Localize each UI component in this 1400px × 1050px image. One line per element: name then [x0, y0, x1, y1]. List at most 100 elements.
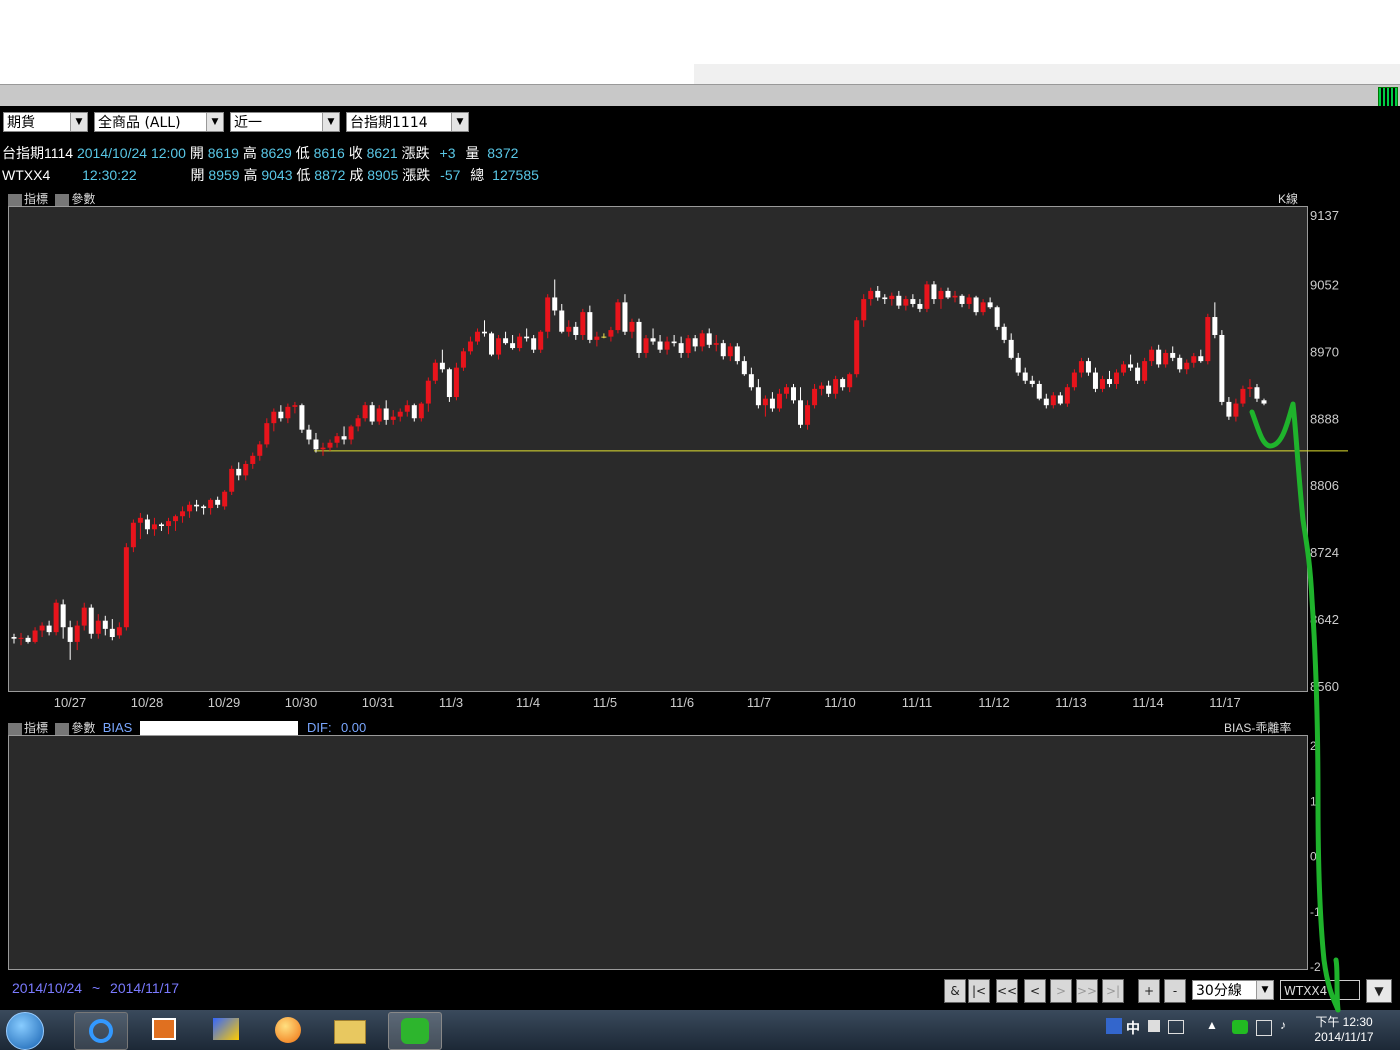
candle-body	[692, 338, 698, 347]
candle-body	[636, 321, 642, 353]
candle-body	[467, 341, 473, 352]
forward-button[interactable]: >	[1050, 979, 1072, 1003]
x-tick-label: 10/30	[285, 695, 318, 710]
volume-icon[interactable]: ♪	[1280, 1018, 1286, 1032]
tab-parameters[interactable]: 參數	[71, 721, 95, 735]
triangle-down-icon[interactable]	[55, 722, 70, 735]
candle-body	[222, 491, 228, 507]
last-button[interactable]: >|	[1102, 979, 1124, 1003]
line-tray-icon[interactable]	[1232, 1020, 1248, 1034]
candle-body	[39, 625, 45, 631]
period-dropdown[interactable]: 30分線 ▼	[1192, 980, 1274, 1000]
internet-explorer-icon[interactable]	[74, 1012, 128, 1050]
browser-icon[interactable]	[262, 1012, 314, 1048]
clock[interactable]: 下午 12:30 2014/11/17	[1302, 1013, 1386, 1044]
candle-body	[404, 405, 410, 412]
bias-y-tick: -2	[1310, 960, 1321, 974]
triangle-up-icon[interactable]	[8, 722, 22, 735]
candle-body	[720, 343, 726, 357]
candle-body	[622, 302, 628, 332]
network-icon[interactable]	[1256, 1020, 1272, 1036]
first-button[interactable]: |<	[968, 979, 990, 1003]
candle-body	[713, 343, 719, 345]
candle-body	[496, 338, 502, 355]
candle-body	[608, 330, 614, 337]
candle-body	[910, 299, 916, 304]
folder-icon[interactable]	[324, 1012, 376, 1048]
candle-body	[474, 331, 480, 342]
expand-button[interactable]: ▼	[1366, 979, 1392, 1003]
candle-body	[1184, 362, 1190, 370]
ampersand-button[interactable]: &	[944, 979, 966, 1003]
candle-body	[1247, 387, 1253, 389]
candle-body	[966, 297, 972, 304]
bias-panel[interactable]	[8, 735, 1308, 970]
candle-body	[418, 403, 424, 419]
candle-body	[313, 439, 319, 450]
full-width-icon[interactable]	[1148, 1020, 1160, 1032]
candle-body	[517, 336, 523, 349]
candle-body	[727, 346, 733, 357]
ime-mode[interactable]: 中	[1126, 1018, 1140, 1038]
y-tick-label: 8642	[1310, 612, 1339, 627]
x-tick-label: 11/4	[516, 695, 540, 710]
media-player-icon[interactable]	[138, 1012, 190, 1048]
candle-body	[868, 290, 874, 300]
candle-body	[685, 338, 691, 353]
candle-body	[320, 447, 326, 450]
show-hidden-icon[interactable]: ▲	[1206, 1018, 1218, 1032]
candle-body	[53, 602, 59, 633]
candle-body	[1191, 356, 1197, 363]
x-tick-label: 11/3	[439, 695, 463, 710]
back-button[interactable]: <	[1024, 979, 1046, 1003]
ime-icon[interactable]	[1106, 1018, 1122, 1034]
candle-body	[734, 346, 740, 362]
indicator-name: BIAS	[102, 720, 133, 735]
candle-body	[1064, 387, 1070, 404]
candle-body	[165, 521, 171, 527]
x-tick-label: 11/11	[902, 695, 933, 710]
candle-body	[439, 362, 445, 370]
zoom-out-button[interactable]: -	[1164, 979, 1186, 1003]
candle-body	[1029, 380, 1035, 384]
start-button[interactable]	[6, 1012, 44, 1050]
tab-indicator[interactable]: 指標	[24, 721, 48, 735]
candle-body	[573, 326, 579, 335]
chart-app-icon[interactable]	[200, 1012, 252, 1048]
candle-body	[250, 455, 256, 464]
symbol-input[interactable]: WTXX4	[1280, 980, 1360, 1000]
candle-body	[896, 295, 902, 306]
line-app-icon[interactable]	[388, 1012, 442, 1050]
candle-body	[1121, 364, 1127, 373]
candle-body	[173, 516, 179, 522]
candle-body	[369, 405, 375, 422]
page-forward-button[interactable]: >>	[1076, 979, 1098, 1003]
dif-label: DIF:	[307, 720, 332, 735]
x-tick-label: 10/27	[54, 695, 87, 710]
candle-body	[650, 338, 656, 342]
candle-body	[355, 418, 361, 427]
candle-body	[1078, 361, 1084, 373]
chevron-down-icon[interactable]: ▼	[1256, 981, 1273, 999]
candle-body	[60, 604, 66, 628]
date-range: 2014/10/24 ~ 2014/11/17	[12, 980, 179, 996]
candle-body	[151, 524, 157, 530]
candle-body	[1114, 372, 1120, 384]
candle-body	[144, 519, 150, 530]
x-tick-label: 10/31	[362, 695, 395, 710]
range-start: 2014/10/24	[12, 980, 83, 996]
keyboard-icon[interactable]	[1168, 1020, 1184, 1034]
page-back-button[interactable]: <<	[996, 979, 1018, 1003]
candle-body	[334, 436, 340, 443]
candle-body	[615, 302, 621, 331]
zoom-in-button[interactable]: +	[1138, 979, 1160, 1003]
y-tick-label: 8806	[1310, 478, 1339, 493]
candle-body	[531, 338, 537, 350]
candle-body	[130, 522, 136, 548]
candle-body	[1135, 367, 1141, 381]
candle-body	[1128, 364, 1134, 368]
clock-time: 下午 12:30	[1315, 1015, 1373, 1029]
candle-body	[215, 499, 221, 505]
candle-body	[1001, 326, 1007, 340]
bias-indicator-label: BIAS-乖離率	[1224, 721, 1292, 735]
